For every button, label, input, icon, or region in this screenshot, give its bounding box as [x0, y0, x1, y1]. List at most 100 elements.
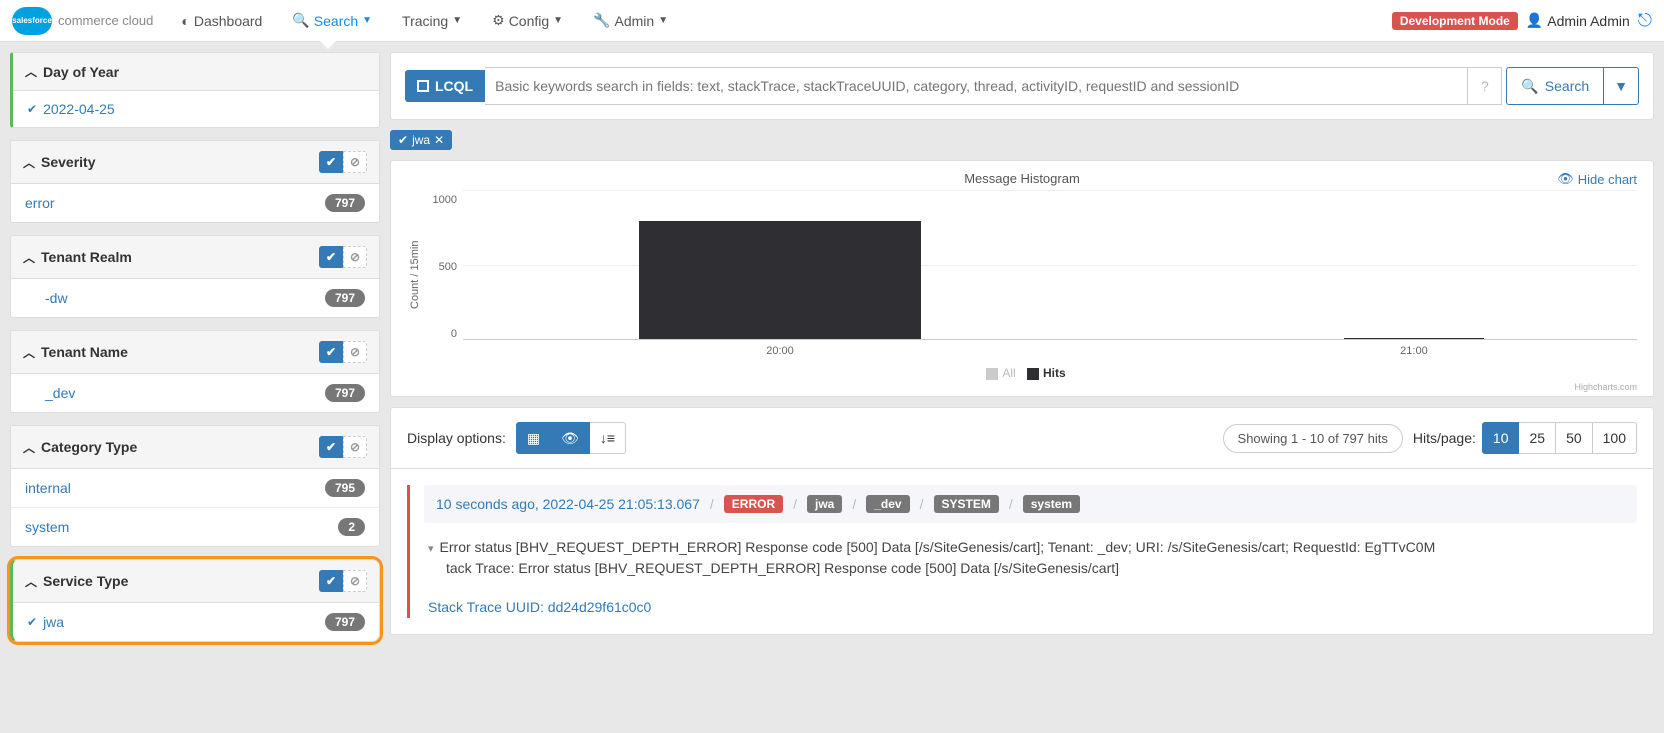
- nav-admin[interactable]: 🔧Admin▼: [581, 6, 680, 35]
- logout-icon[interactable]: ⎋: [1638, 10, 1652, 31]
- filter-tag-jwa[interactable]: ✔jwa✕: [390, 130, 452, 150]
- facet-row-label: _dev: [45, 385, 75, 401]
- separator: /: [710, 496, 714, 512]
- facet-title: Tenant Realm: [41, 249, 132, 265]
- nav-tracing-label: Tracing: [402, 13, 448, 29]
- facet-row-label: 2022-04-25: [43, 101, 115, 117]
- chevron-up-icon: ︿: [23, 154, 35, 171]
- facet-title: Day of Year: [43, 64, 119, 80]
- exclude-toggle[interactable]: ⊘: [343, 151, 367, 173]
- chart-y-axis: 1000 500 0: [423, 190, 463, 360]
- exclude-toggle[interactable]: ⊘: [343, 436, 367, 458]
- collapse-icon[interactable]: ▾: [428, 541, 434, 558]
- facet-sidebar: ︿Day of Year ✔2022-04-25 ︿Severity✔⊘ err…: [10, 52, 380, 642]
- exclude-toggle[interactable]: ⊘: [343, 341, 367, 363]
- top-nav: salesforce commerce cloud ◐Dashboard 🔍Se…: [0, 0, 1664, 42]
- facet-row-dw[interactable]: -dw797: [11, 279, 379, 317]
- hide-chart-label: Hide chart: [1578, 172, 1637, 187]
- nav-tracing[interactable]: Tracing▼: [390, 6, 474, 35]
- include-toggle[interactable]: ✔: [319, 151, 343, 173]
- chart-plot[interactable]: 20:00 21:00: [463, 190, 1637, 340]
- hits-50[interactable]: 50: [1556, 422, 1593, 454]
- result-text: Error status [BHV_REQUEST_DEPTH_ERROR] R…: [440, 537, 1436, 558]
- eye-view-button[interactable]: 👁: [551, 422, 590, 454]
- search-button[interactable]: 🔍Search: [1506, 67, 1604, 105]
- include-toggle[interactable]: ✔: [319, 246, 343, 268]
- count-badge: 2: [338, 518, 365, 536]
- user-menu[interactable]: 👤Admin Admin: [1526, 12, 1630, 29]
- exclude-toggle[interactable]: ⊘: [343, 246, 367, 268]
- nav-dashboard[interactable]: ◐Dashboard: [169, 6, 274, 35]
- facet-row-jwa[interactable]: ✔jwa797: [13, 603, 379, 641]
- facet-row-error[interactable]: error797: [11, 184, 379, 222]
- hide-chart-button[interactable]: 👁 Hide chart: [1557, 171, 1637, 187]
- stack-trace-uuid-link[interactable]: Stack Trace UUID: dd24d29f61c0c0: [428, 597, 1633, 618]
- grid-view-button[interactable]: ▦: [516, 422, 551, 454]
- count-badge: 797: [325, 384, 365, 402]
- legend-swatch-hits: [1027, 368, 1039, 380]
- legend-label[interactable]: All: [1002, 366, 1015, 380]
- facet-tenant-name: ︿Tenant Name✔⊘ _dev 797: [10, 330, 380, 413]
- chart-bar[interactable]: [1344, 338, 1485, 339]
- help-icon[interactable]: ?: [1468, 67, 1502, 105]
- chart-bar[interactable]: [780, 221, 921, 339]
- exclude-toggle[interactable]: ⊘: [343, 570, 367, 592]
- search-input[interactable]: [485, 67, 1468, 105]
- facet-head-severity[interactable]: ︿ Severity ✔⊘: [11, 141, 379, 183]
- chart-y-label: Count / 15min: [407, 190, 423, 360]
- include-toggle[interactable]: ✔: [319, 570, 343, 592]
- search-dropdown[interactable]: ▼: [1604, 67, 1639, 105]
- include-toggle[interactable]: ✔: [319, 341, 343, 363]
- chart-title-text: Message Histogram: [964, 171, 1080, 186]
- facet-severity: ︿ Severity ✔⊘ error797: [10, 140, 380, 223]
- facet-head-tenant-name[interactable]: ︿Tenant Name✔⊘: [11, 331, 379, 373]
- nav-menu: ◐Dashboard 🔍Search▼ Tracing▼ ⚙Config▼ 🔧A…: [169, 6, 680, 35]
- search-icon: 🔍: [292, 12, 309, 29]
- result-header[interactable]: 10 seconds ago, 2022-04-25 21:05:13.067 …: [424, 485, 1637, 523]
- salesforce-logo-icon: salesforce: [12, 7, 52, 35]
- facet-row-label: system: [25, 519, 69, 535]
- showing-count: Showing 1 - 10 of 797 hits: [1223, 424, 1403, 453]
- chart-credit: Highcharts.com: [407, 382, 1637, 392]
- user-name: Admin Admin: [1547, 13, 1629, 29]
- facet-head-realm[interactable]: ︿Tenant Realm✔⊘: [11, 236, 379, 278]
- sort-button[interactable]: ↓≡: [590, 422, 626, 454]
- x-tick: 20:00: [766, 345, 794, 357]
- checkbox-icon: [417, 80, 429, 92]
- separator: /: [920, 496, 924, 512]
- legend-label[interactable]: Hits: [1043, 366, 1066, 380]
- nav-config-label: Config: [509, 13, 549, 29]
- facet-title: Severity: [41, 154, 95, 170]
- hits-100[interactable]: 100: [1593, 422, 1637, 454]
- chart-bar[interactable]: [639, 221, 780, 339]
- nav-search[interactable]: 🔍Search▼: [280, 6, 384, 35]
- caret-down-icon: ▼: [553, 15, 563, 26]
- close-icon[interactable]: ✕: [434, 133, 444, 147]
- display-options-group: ▦ 👁 ↓≡: [516, 422, 626, 454]
- separator: /: [852, 496, 856, 512]
- lcql-toggle[interactable]: LCQL: [405, 70, 485, 102]
- count-badge: 795: [325, 479, 365, 497]
- search-bar: LCQL ? 🔍Search ▼: [390, 52, 1654, 120]
- facet-head-day[interactable]: ︿ Day of Year: [13, 53, 379, 90]
- results-list: 10 seconds ago, 2022-04-25 21:05:13.067 …: [390, 468, 1654, 635]
- facet-row-system[interactable]: system 2: [11, 507, 379, 546]
- y-tick: 500: [423, 261, 457, 273]
- eye-icon: 👁: [1557, 171, 1574, 187]
- facet-row-internal[interactable]: internal795: [11, 469, 379, 507]
- chevron-up-icon: ︿: [25, 63, 37, 80]
- hits-10[interactable]: 10: [1482, 422, 1520, 454]
- hits-25[interactable]: 25: [1519, 422, 1556, 454]
- facet-row-date[interactable]: ✔2022-04-25: [13, 91, 379, 127]
- gauge-icon: ◐: [181, 13, 189, 29]
- include-toggle[interactable]: ✔: [319, 436, 343, 458]
- result-item: 10 seconds ago, 2022-04-25 21:05:13.067 …: [407, 485, 1637, 618]
- facet-head-category[interactable]: ︿Category Type✔⊘: [11, 426, 379, 468]
- facet-head-service[interactable]: ︿Service Type✔⊘: [13, 560, 379, 602]
- check-icon: ✔: [398, 133, 408, 147]
- chevron-up-icon: ︿: [25, 573, 37, 590]
- facet-row-dev[interactable]: _dev 797: [11, 374, 379, 412]
- nav-config[interactable]: ⚙Config▼: [480, 6, 575, 35]
- facet-title: Category Type: [41, 439, 137, 455]
- callout-connector: [379, 601, 380, 604]
